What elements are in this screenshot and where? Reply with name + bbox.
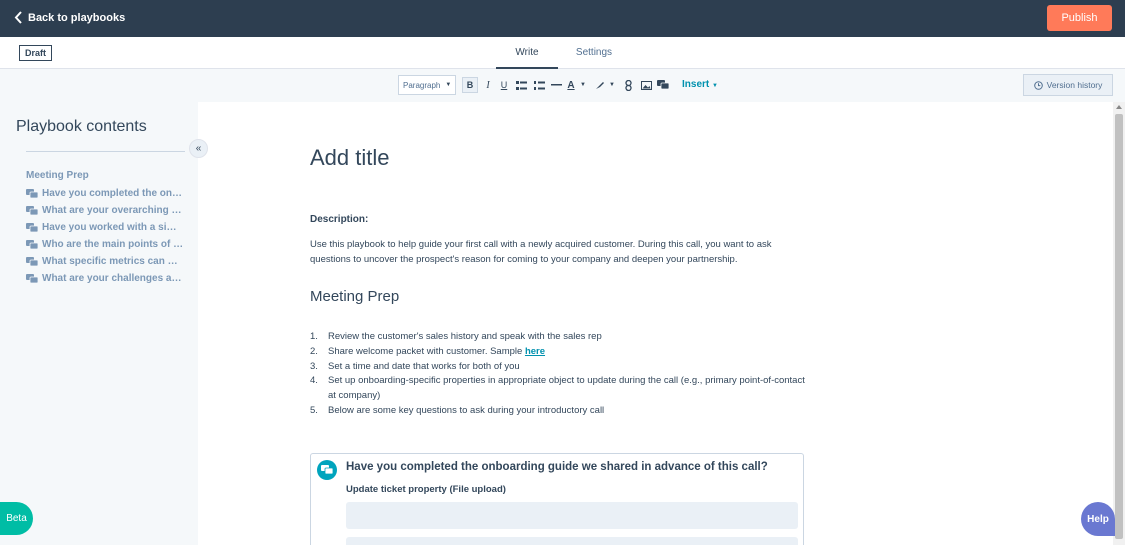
image-icon[interactable]	[640, 77, 652, 93]
playbook-contents-sidebar: Playbook contents Meeting Prep Have you …	[0, 102, 198, 545]
title-input[interactable]: Add title	[310, 145, 390, 171]
file-upload-field[interactable]	[346, 502, 798, 529]
question-icon	[26, 239, 38, 249]
list-number: 3.	[310, 360, 318, 372]
back-to-playbooks-link[interactable]: Back to playbooks	[14, 11, 125, 24]
document-editor[interactable]: Add title Description: Use this playbook…	[198, 102, 1113, 545]
sidebar-item-question[interactable]: Have you worked with a similar company b…	[26, 219, 186, 236]
question-icon	[317, 460, 337, 480]
sample-link[interactable]: here	[525, 346, 545, 357]
steps-list: 1. Review the customer's sales history an…	[310, 330, 810, 419]
question-icon	[26, 205, 38, 215]
top-bar: Back to playbooks Publish	[0, 0, 1125, 37]
sidebar-item-label: Who are the main points of contact?	[42, 239, 184, 250]
sidebar-item-question[interactable]: Have you completed the onboarding guide …	[26, 185, 186, 202]
sidebar-item-label: What specific metrics can we track?	[42, 256, 184, 267]
sidebar-title: Playbook contents	[16, 118, 147, 135]
help-button[interactable]: Help	[1081, 502, 1115, 536]
question-icon	[26, 188, 38, 198]
list-number: 1.	[310, 331, 318, 342]
question-icon	[26, 273, 38, 283]
list-item: 2. Share welcome packet with customer. Sa…	[310, 345, 810, 360]
scroll-up-arrow-icon[interactable]	[1116, 105, 1122, 109]
bold-button[interactable]: B	[462, 77, 478, 93]
draft-badge: Draft	[19, 45, 53, 61]
description-text: Use this playbook to help guide your fir…	[310, 239, 772, 265]
chevron-left-icon	[14, 11, 22, 24]
caret-down-icon: ▼	[712, 83, 718, 89]
question-icon	[26, 256, 38, 266]
paragraph-style-value: Paragraph	[403, 80, 441, 90]
tab-bar: Draft Write Settings	[0, 37, 1125, 69]
list-text: Set up onboarding-specific properties in…	[328, 375, 805, 402]
back-link-label: Back to playbooks	[28, 11, 126, 24]
tab-settings[interactable]: Settings	[563, 37, 625, 69]
list-item: 4. Set up onboarding-specific properties …	[310, 374, 810, 404]
description-label: Description:	[310, 214, 369, 225]
answer-field[interactable]	[346, 537, 798, 545]
list-text: Set a time and date that works for both …	[328, 360, 520, 372]
beta-button[interactable]: Beta	[0, 502, 33, 535]
publish-button[interactable]: Publish	[1047, 5, 1112, 31]
list-number: 4.	[310, 375, 318, 387]
version-history-label: Version history	[1046, 80, 1103, 90]
sidebar-item-label: What are your overarching goals?	[42, 205, 184, 216]
sidebar-item-label: What are your challenges and pain points…	[42, 273, 184, 284]
list-item: 5. Below are some key questions to ask du…	[310, 404, 810, 419]
scrollbar-thumb[interactable]	[1115, 114, 1123, 539]
list-text: Share welcome packet with customer. Samp…	[328, 345, 525, 357]
list-item: 1. Review the customer's sales history an…	[310, 330, 810, 345]
sidebar-section-meeting-prep[interactable]: Meeting Prep	[26, 170, 89, 181]
version-history-button[interactable]: Version history	[1023, 74, 1113, 96]
sidebar-item-question[interactable]: Who are the main points of contact?	[26, 236, 186, 253]
question-subtitle: Update ticket property (File upload)	[346, 484, 506, 495]
formatting-toolbar: Paragraph ▼ B I U A ▼ ▼ Insert ▼ Version…	[0, 69, 1125, 102]
sidebar-item-label: Have you completed the onboarding guide …	[42, 188, 184, 199]
horizontal-rule-icon[interactable]	[550, 77, 562, 93]
underline-button[interactable]: U	[499, 77, 509, 93]
paragraph-style-select[interactable]: Paragraph ▼	[398, 75, 456, 95]
highlight-icon[interactable]	[594, 77, 606, 93]
scrollbar[interactable]	[1113, 102, 1125, 545]
link-icon[interactable]	[623, 77, 633, 93]
list-item: 3. Set a time and date that works for bot…	[310, 360, 810, 375]
list-number: 2.	[310, 345, 318, 357]
numbered-list-icon[interactable]	[533, 77, 545, 93]
insert-label: Insert	[682, 79, 710, 90]
list-number: 5.	[310, 404, 318, 416]
sidebar-divider	[26, 151, 185, 152]
list-text: Below are some key questions to ask duri…	[328, 404, 605, 416]
sidebar-item-label: Have you worked with a similar company b…	[42, 222, 184, 233]
double-chevron-left-icon: «	[195, 143, 202, 154]
question-title: Have you completed the onboarding guide …	[346, 461, 768, 473]
section-heading: Meeting Prep	[310, 288, 400, 305]
sidebar-item-question[interactable]: What are your challenges and pain points…	[26, 270, 186, 287]
caret-down-icon[interactable]: ▼	[609, 77, 615, 93]
tab-write[interactable]: Write	[496, 37, 558, 69]
bulleted-list-icon[interactable]	[515, 77, 527, 93]
caret-down-icon: ▼	[445, 82, 452, 88]
insert-menu-button[interactable]: Insert ▼	[682, 79, 718, 90]
italic-button[interactable]: I	[483, 77, 493, 93]
font-color-button[interactable]: A	[566, 77, 576, 93]
sidebar-item-question[interactable]: What are your overarching goals?	[26, 202, 186, 219]
sidebar-question-list: Have you completed the onboarding guide …	[26, 185, 186, 287]
collapse-sidebar-button[interactable]: «	[189, 139, 208, 158]
question-icon	[26, 222, 38, 232]
caret-down-icon[interactable]: ▼	[580, 77, 586, 93]
clock-icon	[1033, 80, 1043, 90]
question-icon[interactable]	[657, 77, 670, 93]
list-text: Review the customer's sales history and …	[328, 331, 602, 342]
sidebar-item-question[interactable]: What specific metrics can we track?	[26, 253, 186, 270]
question-card[interactable]: Have you completed the onboarding guide …	[310, 453, 804, 545]
